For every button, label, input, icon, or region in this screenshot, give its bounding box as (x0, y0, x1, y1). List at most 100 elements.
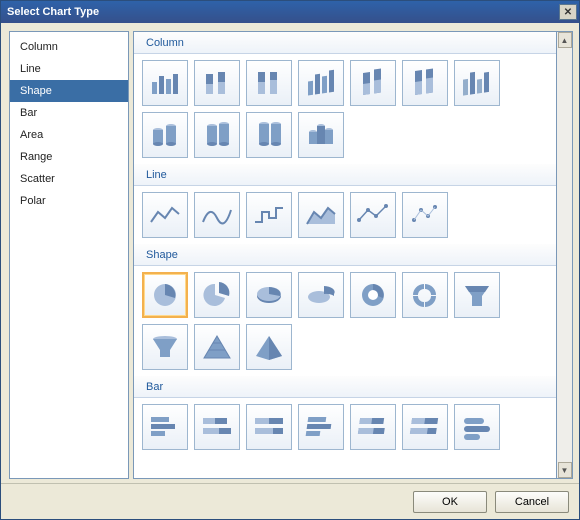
chart-thumb-funnel[interactable] (454, 272, 500, 318)
bar-icon (200, 412, 234, 442)
section-header-shape: Shape (134, 244, 556, 266)
window-title: Select Chart Type (7, 6, 99, 18)
sidebar-item-column[interactable]: Column (10, 36, 128, 58)
category-sidebar: Column Line Shape Bar Area Range Scatter… (9, 31, 129, 479)
sidebar-item-scatter[interactable]: Scatter (10, 168, 128, 190)
chart-gallery: Column (133, 31, 557, 479)
column-icon (148, 68, 182, 98)
chart-thumb-bar-cylinder[interactable] (454, 404, 500, 450)
bar-icon (252, 412, 286, 442)
chart-thumb-line[interactable] (142, 192, 188, 238)
chart-thumb-column-100stacked[interactable] (246, 60, 292, 106)
sidebar-item-label: Shape (20, 85, 52, 97)
chart-thumb-funnel-3d[interactable] (142, 324, 188, 370)
bar3d-icon (304, 412, 338, 442)
chart-thumb-pyramid[interactable] (194, 324, 240, 370)
chart-thumb-column-3d-100stacked[interactable] (402, 60, 448, 106)
pie-exploded-icon (200, 280, 234, 310)
chart-thumb-pyramid-3d[interactable] (246, 324, 292, 370)
cylinder-icon (148, 120, 182, 150)
chart-thumb-bar-3d-stacked[interactable] (350, 404, 396, 450)
doughnut-icon (356, 280, 390, 310)
chart-thumb-cylinder-clustered[interactable] (142, 112, 188, 158)
gallery-wrap: Column (133, 31, 573, 479)
section-header-column: Column (134, 32, 556, 54)
button-label: OK (442, 496, 458, 508)
sidebar-item-line[interactable]: Line (10, 58, 128, 80)
sidebar-item-label: Range (20, 151, 52, 163)
pyramid-icon (200, 332, 234, 362)
column3d-icon (460, 68, 494, 98)
sidebar-item-area[interactable]: Area (10, 124, 128, 146)
chart-thumb-pie-3d[interactable] (246, 272, 292, 318)
pyramid3d-icon (252, 332, 286, 362)
bar3d-icon (408, 412, 442, 442)
chart-thumb-cylinder-stacked[interactable] (194, 112, 240, 158)
bar-thumbs (134, 404, 556, 456)
column3d-icon (408, 68, 442, 98)
chart-thumb-bar-3d-100stacked[interactable] (402, 404, 448, 450)
chart-thumb-column-3d-stacked[interactable] (350, 60, 396, 106)
section-label: Column (142, 36, 188, 50)
cylinder-icon (252, 120, 286, 150)
chart-thumb-bar-stacked[interactable] (194, 404, 240, 450)
chart-thumb-doughnut[interactable] (350, 272, 396, 318)
dialog-body: Column Line Shape Bar Area Range Scatter… (1, 23, 579, 483)
chart-thumb-pie-exploded[interactable] (194, 272, 240, 318)
chart-thumb-doughnut-exploded[interactable] (402, 272, 448, 318)
line-markers-icon (356, 200, 390, 230)
line-area-icon (304, 200, 338, 230)
bar-icon (148, 412, 182, 442)
chart-thumb-column-stacked[interactable] (194, 60, 240, 106)
chart-thumb-column-clustered[interactable] (142, 60, 188, 106)
chart-thumb-stepline[interactable] (246, 192, 292, 238)
bar3d-icon (356, 412, 390, 442)
cylinder-icon (304, 120, 338, 150)
section-label: Shape (142, 248, 182, 262)
chart-thumb-line-markers[interactable] (350, 192, 396, 238)
section-label: Line (142, 168, 171, 182)
column-thumbs (134, 60, 556, 164)
bar-cyl-icon (460, 412, 494, 442)
chevron-up-icon: ▲ (561, 36, 569, 45)
titlebar: Select Chart Type ✕ (1, 1, 579, 23)
gallery-scrollbar[interactable]: ▲ ▼ (557, 31, 573, 479)
chart-thumb-scatter-line[interactable] (402, 192, 448, 238)
chart-thumb-cylinder-3d[interactable] (298, 112, 344, 158)
sidebar-item-bar[interactable]: Bar (10, 102, 128, 124)
scroll-up-button[interactable]: ▲ (558, 32, 572, 48)
shape-thumbs (134, 272, 556, 376)
chevron-down-icon: ▼ (561, 466, 569, 475)
sidebar-item-shape[interactable]: Shape (10, 80, 128, 102)
scroll-down-button[interactable]: ▼ (558, 462, 572, 478)
column3d-icon (356, 68, 390, 98)
sidebar-item-label: Line (20, 63, 41, 75)
cancel-button[interactable]: Cancel (495, 491, 569, 513)
chart-thumb-cylinder-100stacked[interactable] (246, 112, 292, 158)
chart-thumb-bar-clustered[interactable] (142, 404, 188, 450)
dialog-footer: OK Cancel (1, 483, 579, 519)
chart-type-dialog: Select Chart Type ✕ Column Line Shape Ba… (0, 0, 580, 520)
stepline-icon (252, 200, 286, 230)
chart-thumb-line-area[interactable] (298, 192, 344, 238)
ok-button[interactable]: OK (413, 491, 487, 513)
doughnut-exploded-icon (408, 280, 442, 310)
funnel-icon (460, 280, 494, 310)
chart-thumb-spline[interactable] (194, 192, 240, 238)
pie3d-exploded-icon (304, 280, 338, 310)
chart-thumb-bar-3d-clustered[interactable] (298, 404, 344, 450)
sidebar-item-polar[interactable]: Polar (10, 190, 128, 212)
chart-thumb-bar-100stacked[interactable] (246, 404, 292, 450)
chart-thumb-column-3d-clustered[interactable] (298, 60, 344, 106)
close-button[interactable]: ✕ (559, 4, 577, 20)
spline-icon (200, 200, 234, 230)
sidebar-item-range[interactable]: Range (10, 146, 128, 168)
close-icon: ✕ (564, 7, 572, 18)
pie3d-icon (252, 280, 286, 310)
chart-thumb-column-3d[interactable] (454, 60, 500, 106)
chart-thumb-pie-3d-exploded[interactable] (298, 272, 344, 318)
chart-thumb-pie[interactable] (142, 272, 188, 318)
section-header-line: Line (134, 164, 556, 186)
funnel3d-icon (148, 332, 182, 362)
sidebar-item-label: Area (20, 129, 43, 141)
